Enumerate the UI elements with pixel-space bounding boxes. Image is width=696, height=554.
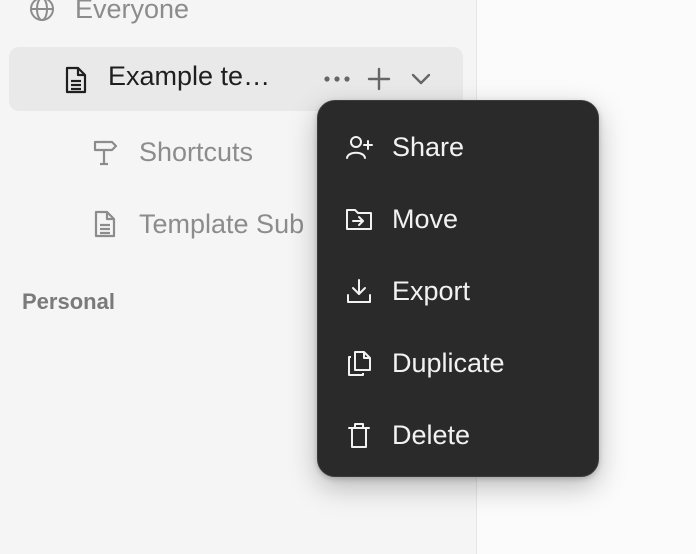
document-icon [63, 66, 89, 94]
document-icon [92, 210, 118, 238]
menu-item-share[interactable]: Share [318, 117, 598, 177]
sidebar-item-shortcuts[interactable]: Shortcuts [92, 132, 253, 172]
signpost-icon [92, 138, 118, 166]
folder-move-icon [344, 204, 374, 234]
item-actions [321, 64, 447, 94]
section-heading-personal: Personal [22, 289, 115, 314]
copy-icon [344, 348, 374, 378]
sidebar-item-label: Shortcuts [139, 136, 254, 167]
sidebar-item-everyone[interactable]: Everyone [28, 0, 189, 27]
menu-item-label: Move [392, 203, 459, 234]
context-menu: Share Move Export Duplicate Delete [317, 100, 599, 477]
menu-item-move[interactable]: Move [318, 189, 598, 249]
menu-item-label: Delete [392, 419, 471, 450]
more-horizontal-icon[interactable] [321, 64, 353, 94]
sidebar-item-label: Template Sub [139, 208, 305, 239]
plus-icon[interactable] [363, 64, 395, 94]
menu-item-label: Share [392, 131, 465, 162]
trash-icon [344, 420, 374, 450]
user-plus-icon [344, 132, 374, 162]
globe-icon [28, 0, 56, 23]
chevron-down-icon[interactable] [405, 64, 437, 94]
menu-item-label: Duplicate [392, 347, 505, 378]
sidebar-item-template-sub[interactable]: Template Sub [92, 204, 304, 244]
sidebar-item-label: Everyone [75, 0, 190, 24]
menu-item-export[interactable]: Export [318, 261, 598, 321]
menu-item-duplicate[interactable]: Duplicate [318, 333, 598, 393]
menu-item-delete[interactable]: Delete [318, 405, 598, 465]
menu-item-label: Export [392, 275, 471, 306]
sidebar-item-label: Example te… [108, 61, 271, 91]
download-icon [344, 276, 374, 306]
